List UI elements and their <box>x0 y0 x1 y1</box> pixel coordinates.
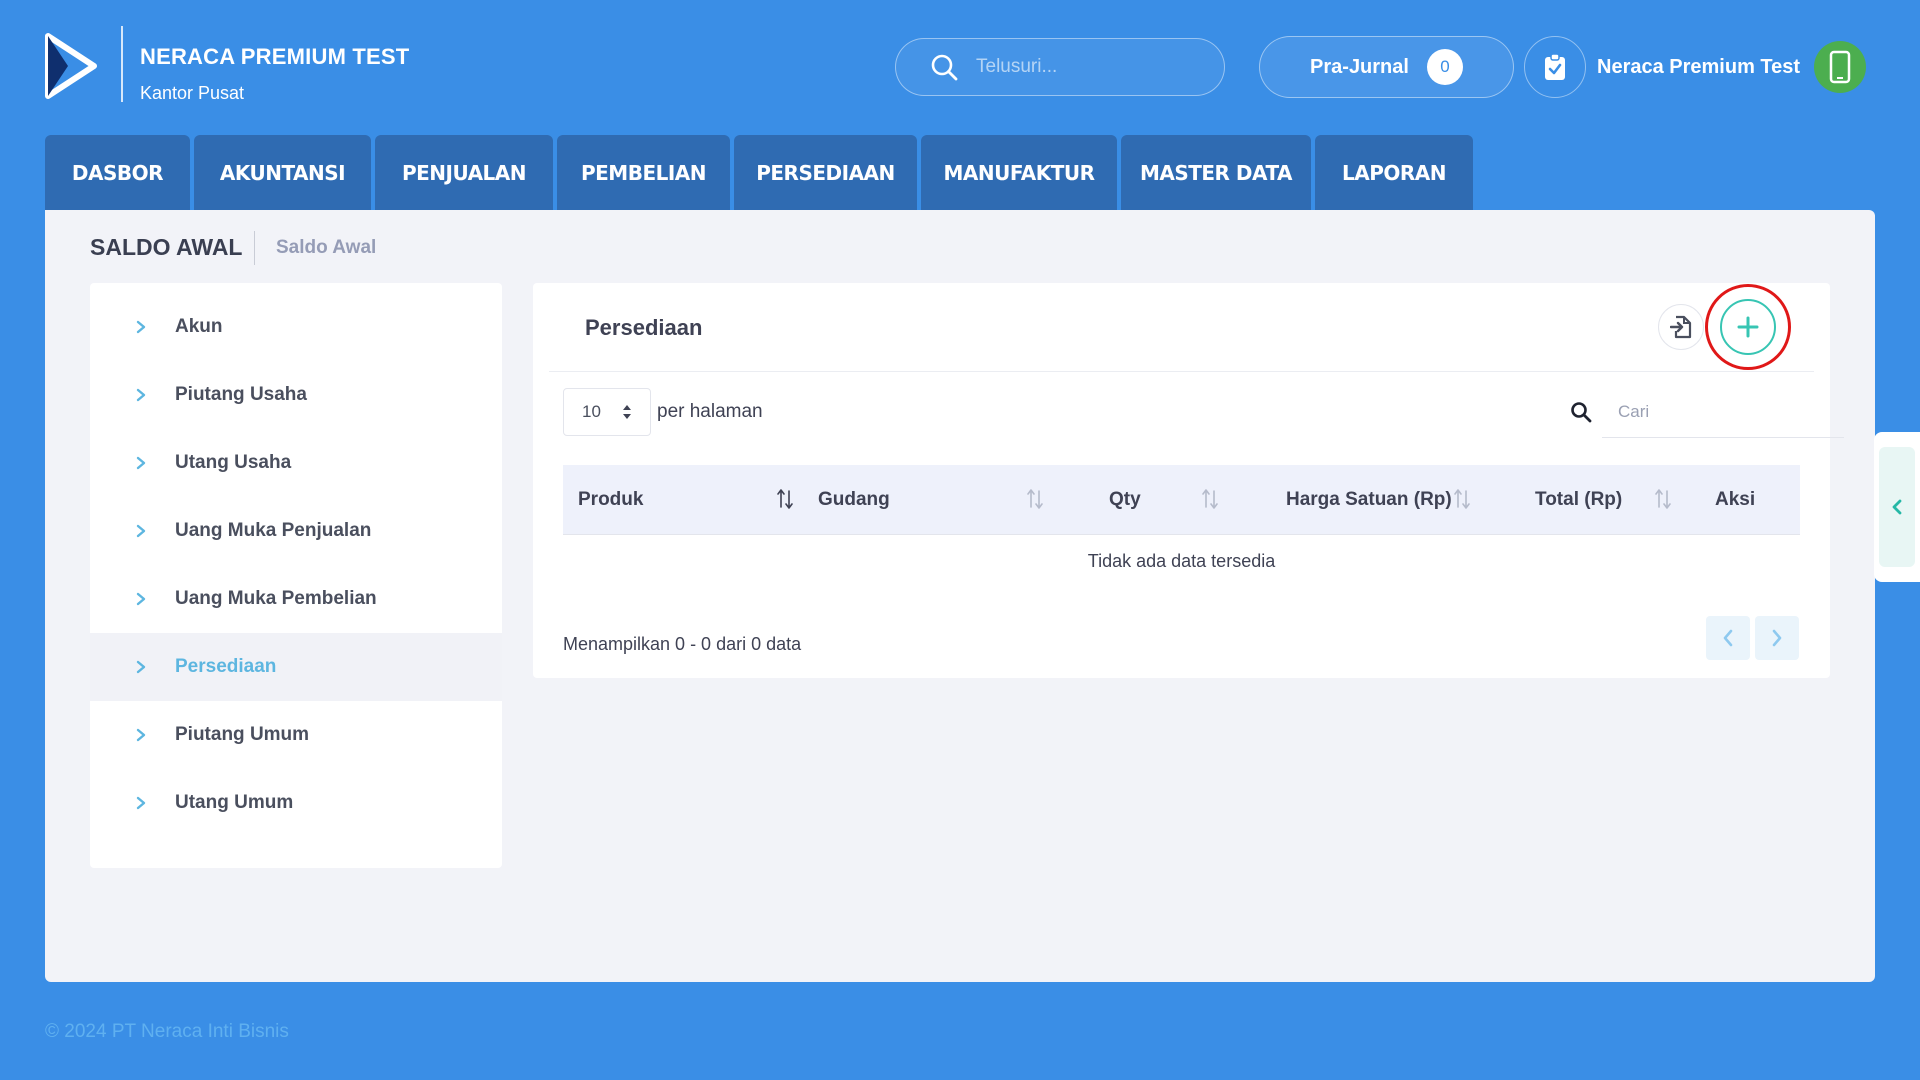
sort-icon[interactable] <box>1653 487 1673 511</box>
sidebar-item-label: Piutang Usaha <box>175 384 307 405</box>
logo-divider <box>121 26 123 102</box>
side-drawer-toggle[interactable] <box>1874 432 1920 582</box>
previous-page-button[interactable] <box>1706 616 1750 660</box>
sidebar-item-label: Utang Usaha <box>175 452 292 473</box>
sidebar-item-akun[interactable]: Akun <box>90 293 502 361</box>
table-search-input[interactable] <box>1602 386 1844 438</box>
copyright-text: © 2024 PT Neraca Inti Bisnis <box>45 1021 289 1042</box>
file-import-icon <box>1670 315 1692 339</box>
side-drawer-handle <box>1879 447 1915 567</box>
chevron-left-icon <box>1723 629 1733 647</box>
empty-table-message: Tidak ada data tersedia <box>1087 551 1276 571</box>
search-icon <box>931 54 958 81</box>
page-size-select[interactable]: 10 <box>563 388 651 436</box>
per-page-label: per halaman <box>657 401 763 422</box>
pra-jurnal-button[interactable]: Pra-Jurnal 0 <box>1259 36 1514 98</box>
sidebar-item-utang-umum[interactable]: Utang Umum <box>90 769 502 837</box>
sidebar-item-label: Piutang Umum <box>175 724 310 745</box>
card-title: Persediaan <box>585 315 703 340</box>
company-name: NERACA PREMIUM TEST <box>140 44 410 69</box>
persediaan-card: Persediaan 10 per halaman Cari Produk Gu… <box>533 283 1844 678</box>
sidebar-item-label: Utang Umum <box>175 792 294 813</box>
sidebar-item-label: Akun <box>175 316 223 337</box>
logo-play-icon <box>45 33 97 99</box>
tab-dasbor[interactable]: DASBOR <box>45 135 190 210</box>
clipboard-check-icon <box>1545 53 1565 80</box>
column-header-produk[interactable]: Produk <box>578 465 643 535</box>
column-header-aksi: Aksi <box>1715 489 1756 510</box>
chevron-left-icon <box>1892 499 1902 515</box>
sidebar-item-uang-muka-penjualan[interactable]: Uang Muka Penjualan <box>90 497 502 565</box>
sort-icon[interactable] <box>775 487 795 511</box>
column-header-qty[interactable]: Qty <box>1109 465 1141 535</box>
chevron-right-icon <box>136 456 146 470</box>
chevron-right-icon <box>136 320 146 334</box>
title-divider <box>254 231 255 265</box>
sidebar-item-label: Persediaan <box>175 656 277 677</box>
column-header-gudang[interactable]: Gudang <box>818 465 890 535</box>
import-button[interactable] <box>1658 304 1704 350</box>
tab-akuntansi[interactable]: AKUNTANSI <box>194 135 371 210</box>
global-search-input[interactable] <box>976 56 1196 78</box>
app-logo[interactable] <box>44 32 100 100</box>
chevron-right-icon <box>136 524 146 538</box>
chevron-right-icon <box>136 592 146 606</box>
card-header-divider <box>549 371 1814 372</box>
pra-jurnal-label: Pra-Jurnal <box>1310 55 1409 78</box>
tab-laporan[interactable]: LAPORAN <box>1315 135 1473 210</box>
breadcrumb: Saldo Awal <box>276 237 377 258</box>
sidebar-item-label: Uang Muka Penjualan <box>175 520 372 541</box>
sort-icon[interactable] <box>1452 487 1472 511</box>
tab-master-data[interactable]: MASTER DATA <box>1121 135 1311 210</box>
chevron-right-icon <box>136 728 146 742</box>
pra-jurnal-count-badge: 0 <box>1426 49 1463 85</box>
tab-manufaktur[interactable]: MANUFAKTUR <box>921 135 1117 210</box>
pagination-info: Menampilkan 0 - 0 dari 0 data <box>563 634 802 654</box>
sidebar-item-utang-usaha[interactable]: Utang Usaha <box>90 429 502 497</box>
sort-icon[interactable] <box>1200 487 1220 511</box>
chevron-right-icon <box>136 388 146 402</box>
page-title: SALDO AWAL <box>90 234 243 260</box>
tab-penjualan[interactable]: PENJUALAN <box>375 135 553 210</box>
page-size-value: 10 <box>582 402 601 421</box>
next-page-button[interactable] <box>1755 616 1799 660</box>
main-panel: SALDO AWAL Saldo Awal Akun Piutang Usaha… <box>45 210 1875 982</box>
chevron-right-icon <box>136 796 146 810</box>
sort-icon[interactable] <box>1025 487 1045 511</box>
highlight-ring <box>1705 284 1791 370</box>
sidebar-item-persediaan[interactable]: Persediaan <box>90 633 502 701</box>
sort-caret-icon <box>623 405 631 419</box>
mobile-phone-icon <box>1829 50 1851 84</box>
search-icon <box>1571 402 1592 423</box>
sidebar-item-label: Uang Muka Pembelian <box>175 588 377 609</box>
branch-name: Kantor Pusat <box>140 83 245 103</box>
task-clipboard-button[interactable] <box>1524 36 1586 98</box>
column-header-harga-satuan[interactable]: Harga Satuan (Rp) <box>1286 465 1452 535</box>
global-search[interactable] <box>895 38 1225 96</box>
chevron-right-icon <box>136 660 146 674</box>
tab-pembelian[interactable]: PEMBELIAN <box>557 135 730 210</box>
user-avatar[interactable] <box>1814 41 1866 93</box>
saldo-awal-sidebar: Akun Piutang Usaha Utang Usaha Uang Muka… <box>90 283 502 868</box>
tab-persediaan[interactable]: PERSEDIAAN <box>734 135 917 210</box>
sidebar-item-piutang-umum[interactable]: Piutang Umum <box>90 701 502 769</box>
main-nav: DASBOR AKUNTANSI PENJUALAN PEMBELIAN PER… <box>45 135 1473 210</box>
sidebar-item-piutang-usaha[interactable]: Piutang Usaha <box>90 361 502 429</box>
chevron-right-icon <box>1772 629 1782 647</box>
table-header: Produk Gudang Qty Harga Satuan (Rp) Tota… <box>563 465 1800 535</box>
sidebar-item-uang-muka-pembelian[interactable]: Uang Muka Pembelian <box>90 565 502 633</box>
column-header-total[interactable]: Total (Rp) <box>1535 465 1622 535</box>
user-name: Neraca Premium Test <box>1597 56 1801 78</box>
